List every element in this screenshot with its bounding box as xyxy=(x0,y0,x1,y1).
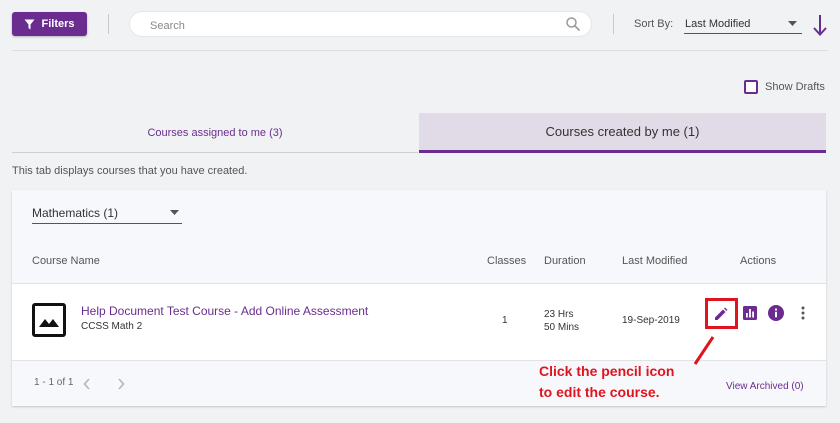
callout-line-2: to edit the course. xyxy=(539,384,660,400)
callout-annotation: Click the pencil icon to edit the course… xyxy=(539,361,674,403)
callout-pointer xyxy=(693,336,715,365)
callout-line-1: Click the pencil icon xyxy=(539,363,675,379)
